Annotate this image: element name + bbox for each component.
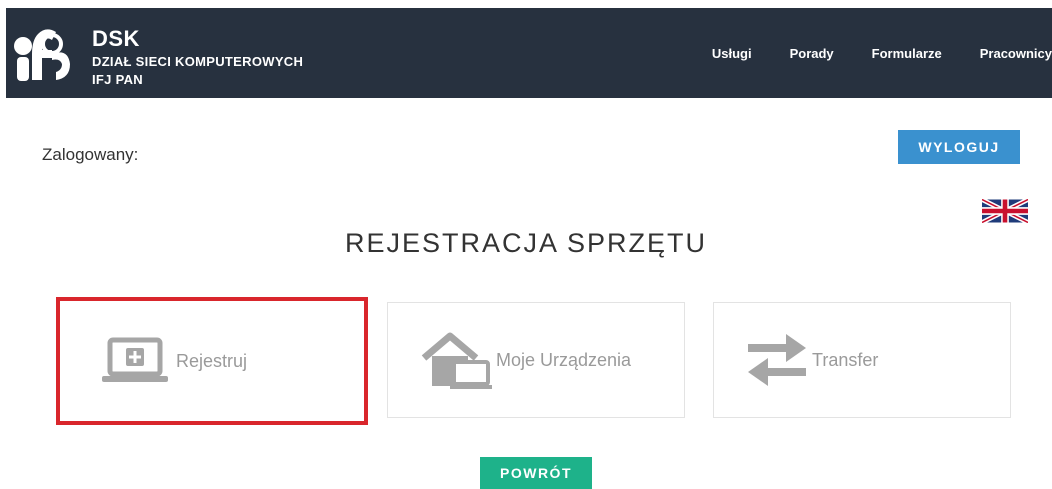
logged-in-label: Zalogowany:	[42, 145, 139, 164]
uk-flag-icon[interactable]	[982, 199, 1028, 223]
my-devices-card-label: Moje Urządzenia	[496, 349, 632, 370]
page-title: REJESTRACJA SPRZĘTU	[344, 228, 708, 258]
nav-item-porady[interactable]: Porady	[790, 46, 834, 61]
top-navbar: DSK DZIAŁ SIECI KOMPUTEROWYCH IFJ PAN Us…	[6, 8, 1052, 98]
my-devices-card[interactable]: Moje Urządzenia	[387, 302, 685, 418]
register-card-label: Rejestruj	[176, 350, 248, 371]
ifj-logo-icon[interactable]	[12, 24, 74, 86]
back-button[interactable]: POWRÓT	[480, 457, 592, 489]
brand-institute: IFJ PAN	[92, 72, 143, 87]
nav-item-uslugi[interactable]: Usługi	[712, 46, 752, 61]
main-nav: Usługi Porady Formularze Pracownicy	[712, 46, 1052, 61]
nav-item-pracownicy[interactable]: Pracownicy	[980, 46, 1052, 61]
logout-button[interactable]: WYLOGUJ	[898, 130, 1020, 164]
transfer-card[interactable]: Transfer	[713, 302, 1011, 418]
laptop-plus-icon	[102, 337, 168, 382]
register-card[interactable]: Rejestruj	[56, 297, 368, 425]
transfer-card-label: Transfer	[812, 349, 879, 370]
transfer-arrows-icon	[748, 334, 806, 386]
home-devices-icon	[421, 332, 492, 389]
brand-subtitle: DZIAŁ SIECI KOMPUTEROWYCH	[92, 54, 304, 69]
brand-title: DSK	[92, 26, 140, 51]
nav-item-formularze[interactable]: Formularze	[872, 46, 942, 61]
